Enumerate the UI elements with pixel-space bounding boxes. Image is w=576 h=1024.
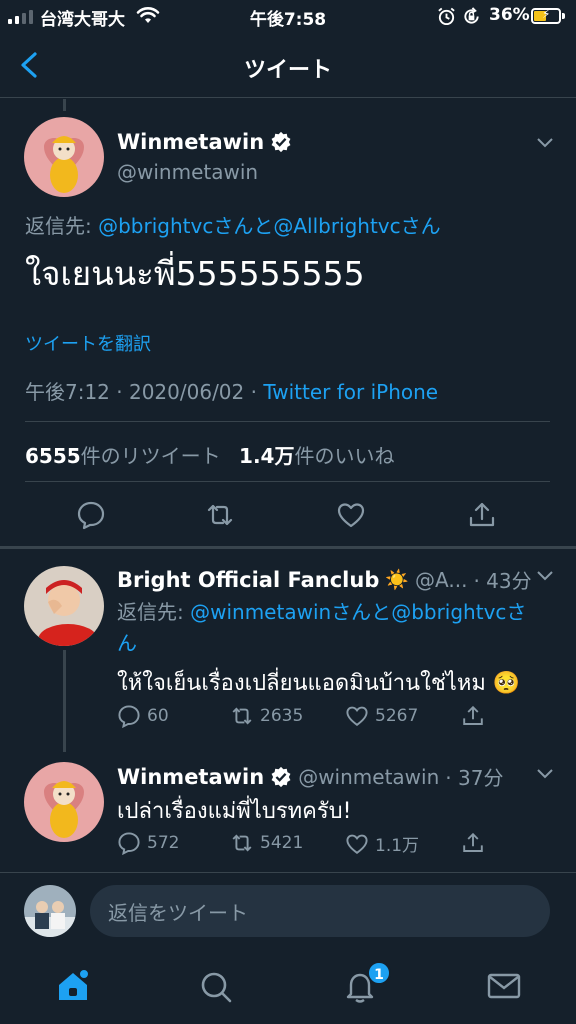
thread-line <box>63 650 66 752</box>
mention-link[interactable]: @winmetawin <box>190 600 331 624</box>
messages-envelope-icon[interactable] <box>487 972 521 1000</box>
reply-count: 572 <box>147 833 180 853</box>
reply-context: 返信先: @bbrightvcさんと@Allbrightvcさん <box>25 210 441 239</box>
avatar[interactable] <box>24 117 104 197</box>
share-icon[interactable] <box>467 500 497 530</box>
reply-separator: ん <box>117 631 137 655</box>
navigation-bar: ツイート <box>0 32 576 98</box>
mention-link[interactable]: @bbrightvc <box>98 214 213 238</box>
retweet-icon <box>232 707 252 725</box>
retweet-icon[interactable] <box>205 500 235 530</box>
like-action[interactable]: 1.1万 <box>345 831 419 856</box>
chevron-down-icon[interactable] <box>536 137 554 149</box>
retweet-count: 5421 <box>260 833 304 853</box>
chevron-down-icon[interactable] <box>536 570 554 582</box>
reply-bar: 返信をツイート <box>0 872 576 948</box>
verified-badge-icon <box>271 766 291 787</box>
author-name[interactable]: Winmetawin <box>117 130 264 154</box>
retweet-action[interactable]: 2635 <box>230 704 303 728</box>
divider <box>25 481 550 482</box>
home-icon[interactable] <box>55 969 91 1003</box>
reply-input[interactable]: 返信をツイート <box>90 885 550 937</box>
current-user-avatar[interactable] <box>24 885 76 937</box>
tweet-text: ให้ใจเย็นเรื่องเปลี่ยนแอดมินบ้านใช่ไหม 🥺 <box>117 671 521 696</box>
divider <box>25 421 550 422</box>
retweet-count: 2635 <box>260 706 304 726</box>
like-action[interactable]: 5267 <box>345 704 418 728</box>
mention-link[interactable]: @bbrightvc <box>391 600 506 624</box>
like-heart-icon <box>346 706 368 726</box>
tweet-time: · 37分 <box>445 766 504 790</box>
author-handle[interactable]: @winmetawin <box>117 160 258 184</box>
reply-action[interactable]: 60 <box>117 704 169 728</box>
reply-separator: さ <box>506 600 527 624</box>
retweet-count: 6555 <box>25 444 81 468</box>
reply-action[interactable]: 572 <box>117 831 179 855</box>
avatar[interactable] <box>24 762 104 842</box>
like-stat[interactable]: 1.4万件のいいね <box>239 444 394 468</box>
author-name[interactable]: Winmetawin <box>117 765 264 789</box>
author-name-row: Bright Official Fanclub ☀️ @A... · 43分 <box>117 565 532 594</box>
retweet-stat[interactable]: 6555件のリツイート <box>25 444 221 468</box>
retweet-action[interactable]: 5421 <box>230 831 303 855</box>
battery-percent: 36% <box>489 5 530 25</box>
rotation-lock-icon <box>464 7 479 24</box>
chevron-down-icon[interactable] <box>536 768 554 780</box>
share-icon[interactable] <box>461 704 485 728</box>
battery-icon: ⚡ <box>531 7 561 24</box>
avatar[interactable] <box>24 566 104 646</box>
author-handle[interactable]: @winmetawin <box>298 765 439 789</box>
like-heart-icon[interactable] <box>336 500 366 530</box>
tweet-time: · 43分 <box>473 569 532 593</box>
timestamp-text: 午後7:12 · 2020/06/02 · <box>25 380 264 404</box>
like-label: 件のいいね <box>294 444 395 468</box>
tweet-timestamp: 午後7:12 · 2020/06/02 · Twitter for iPhone <box>25 376 438 405</box>
reply-prefix: 返信先: <box>117 600 191 624</box>
status-bar: 台湾大哥大 午後7:58 36% ⚡ <box>0 0 576 32</box>
share-icon[interactable] <box>461 831 485 855</box>
author-name-row: Winmetawin <box>117 130 292 154</box>
tweet-text: ใจเยนนะพี่555555555 <box>25 254 365 293</box>
reply-icon <box>118 705 140 728</box>
reply-separator: さん <box>400 214 441 238</box>
section-divider <box>0 546 576 549</box>
search-icon[interactable] <box>199 970 233 1004</box>
reply-count: 60 <box>147 706 169 726</box>
mention-link[interactable]: @Allbrightvc <box>273 214 400 238</box>
tweet-source-link[interactable]: Twitter for iPhone <box>263 380 438 404</box>
reply-separator: さんと <box>213 214 274 238</box>
author-name-row: Winmetawin @winmetawin · 37分 <box>117 762 503 791</box>
retweet-label: 件のリツイート <box>80 444 221 468</box>
reply-separator: さんと <box>331 600 392 624</box>
battery-tip <box>562 13 565 19</box>
verified-badge-icon <box>271 131 291 153</box>
tweet-text: เปล่าเรื่องแม่พี่ไบรทครับ! <box>117 799 352 824</box>
like-count: 1.4万 <box>239 444 295 468</box>
tab-bar: 1 <box>0 948 576 1024</box>
translate-link[interactable]: ツイートを翻訳 <box>25 330 151 356</box>
reply-icon <box>118 832 140 855</box>
reply-context: 返信先: @winmetawinさんと@bbrightvcさ <box>117 596 526 625</box>
reply-prefix: 返信先: <box>25 214 99 238</box>
alarm-icon <box>438 7 455 26</box>
like-heart-icon <box>346 834 368 854</box>
like-count: 5267 <box>375 706 419 726</box>
thread-line-top <box>63 99 66 111</box>
retweet-icon <box>232 834 252 852</box>
notification-badge: 1 <box>367 961 391 985</box>
sun-emoji: ☀️ <box>385 569 410 591</box>
like-count: 1.1万 <box>375 836 420 856</box>
reply-icon[interactable] <box>76 500 106 530</box>
author-handle[interactable]: @A... <box>415 568 467 592</box>
author-name[interactable]: Bright Official Fanclub <box>117 568 379 592</box>
tweet-stats: 6555件のリツイート 1.4万件のいいね <box>25 440 394 469</box>
page-title: ツイート <box>243 58 332 83</box>
